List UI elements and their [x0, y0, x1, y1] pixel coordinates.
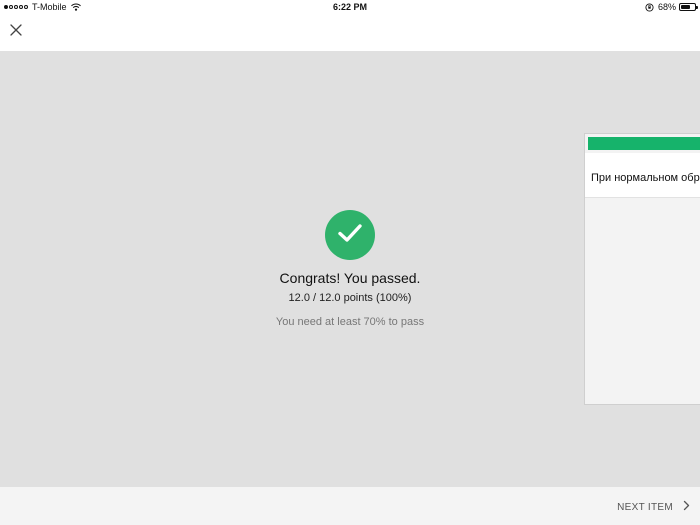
close-button[interactable] — [6, 22, 26, 42]
card-progress-bar — [588, 137, 700, 150]
battery-tip — [696, 6, 698, 9]
result-title: Congrats! You passed. — [279, 270, 421, 286]
checkmark-icon — [337, 222, 363, 249]
battery-percent: 68% — [657, 2, 676, 12]
success-badge — [325, 210, 375, 260]
result-score: 12.0 / 12.0 points (100%) — [288, 292, 412, 304]
card-question-area: При нормальном обра — [585, 153, 700, 198]
chevron-right-icon — [683, 498, 690, 516]
next-item-label: NEXT ITEM — [617, 501, 673, 513]
card-question-text: При нормальном обра — [591, 172, 700, 184]
orientation-lock-icon — [645, 2, 654, 12]
status-time: 6:22 PM — [332, 2, 367, 12]
quiz-result: Congrats! You passed. 12.0 / 12.0 points… — [200, 210, 500, 328]
status-right: 68% — [645, 2, 698, 12]
footer: NEXT ITEM — [0, 487, 700, 525]
header — [0, 14, 700, 51]
battery-fill — [681, 5, 690, 9]
pass-requirement: You need at least 70% to pass — [275, 316, 425, 328]
next-item-button[interactable]: NEXT ITEM — [617, 498, 690, 516]
battery-icon — [679, 3, 698, 11]
screen: T-Mobile 6:22 PM 68% Congrats! You passe… — [0, 0, 700, 525]
next-question-card[interactable]: При нормальном обра — [584, 133, 700, 405]
status-bar: T-Mobile 6:22 PM 68% — [0, 0, 700, 14]
close-icon — [9, 23, 23, 42]
